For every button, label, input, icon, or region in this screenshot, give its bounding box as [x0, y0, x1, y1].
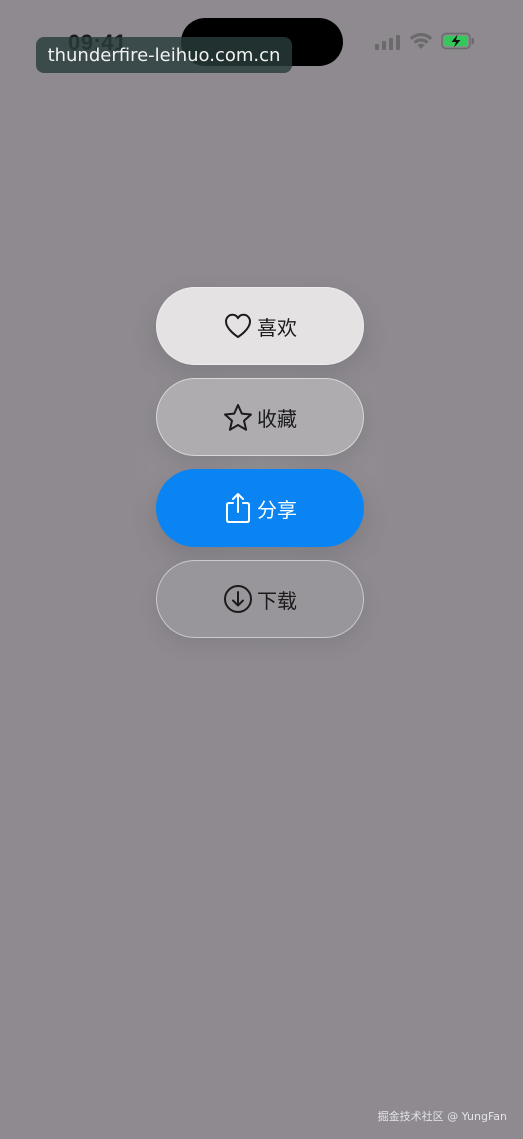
watermark-bottom: 掘金技术社区 @ YungFan — [377, 1110, 507, 1123]
screen: 09:41 thunderfire-leihuo.com.cn 喜欢 — [0, 0, 523, 1139]
download-label: 下载 — [257, 588, 297, 613]
download-icon — [223, 584, 253, 614]
heart-icon — [223, 311, 253, 341]
wifi-icon — [409, 33, 433, 49]
battery-charging-icon — [441, 32, 474, 50]
share-icon — [223, 493, 253, 523]
favorite-button[interactable]: 收藏 — [156, 378, 364, 456]
download-button[interactable]: 下载 — [156, 560, 364, 638]
star-icon — [223, 402, 253, 432]
like-label: 喜欢 — [257, 315, 297, 340]
like-button[interactable]: 喜欢 — [156, 287, 364, 365]
share-label: 分享 — [257, 497, 297, 522]
cellular-signal-icon — [375, 34, 401, 50]
favorite-label: 收藏 — [257, 406, 297, 431]
watermark-top: thunderfire-leihuo.com.cn — [36, 37, 292, 73]
share-button[interactable]: 分享 — [156, 469, 364, 547]
